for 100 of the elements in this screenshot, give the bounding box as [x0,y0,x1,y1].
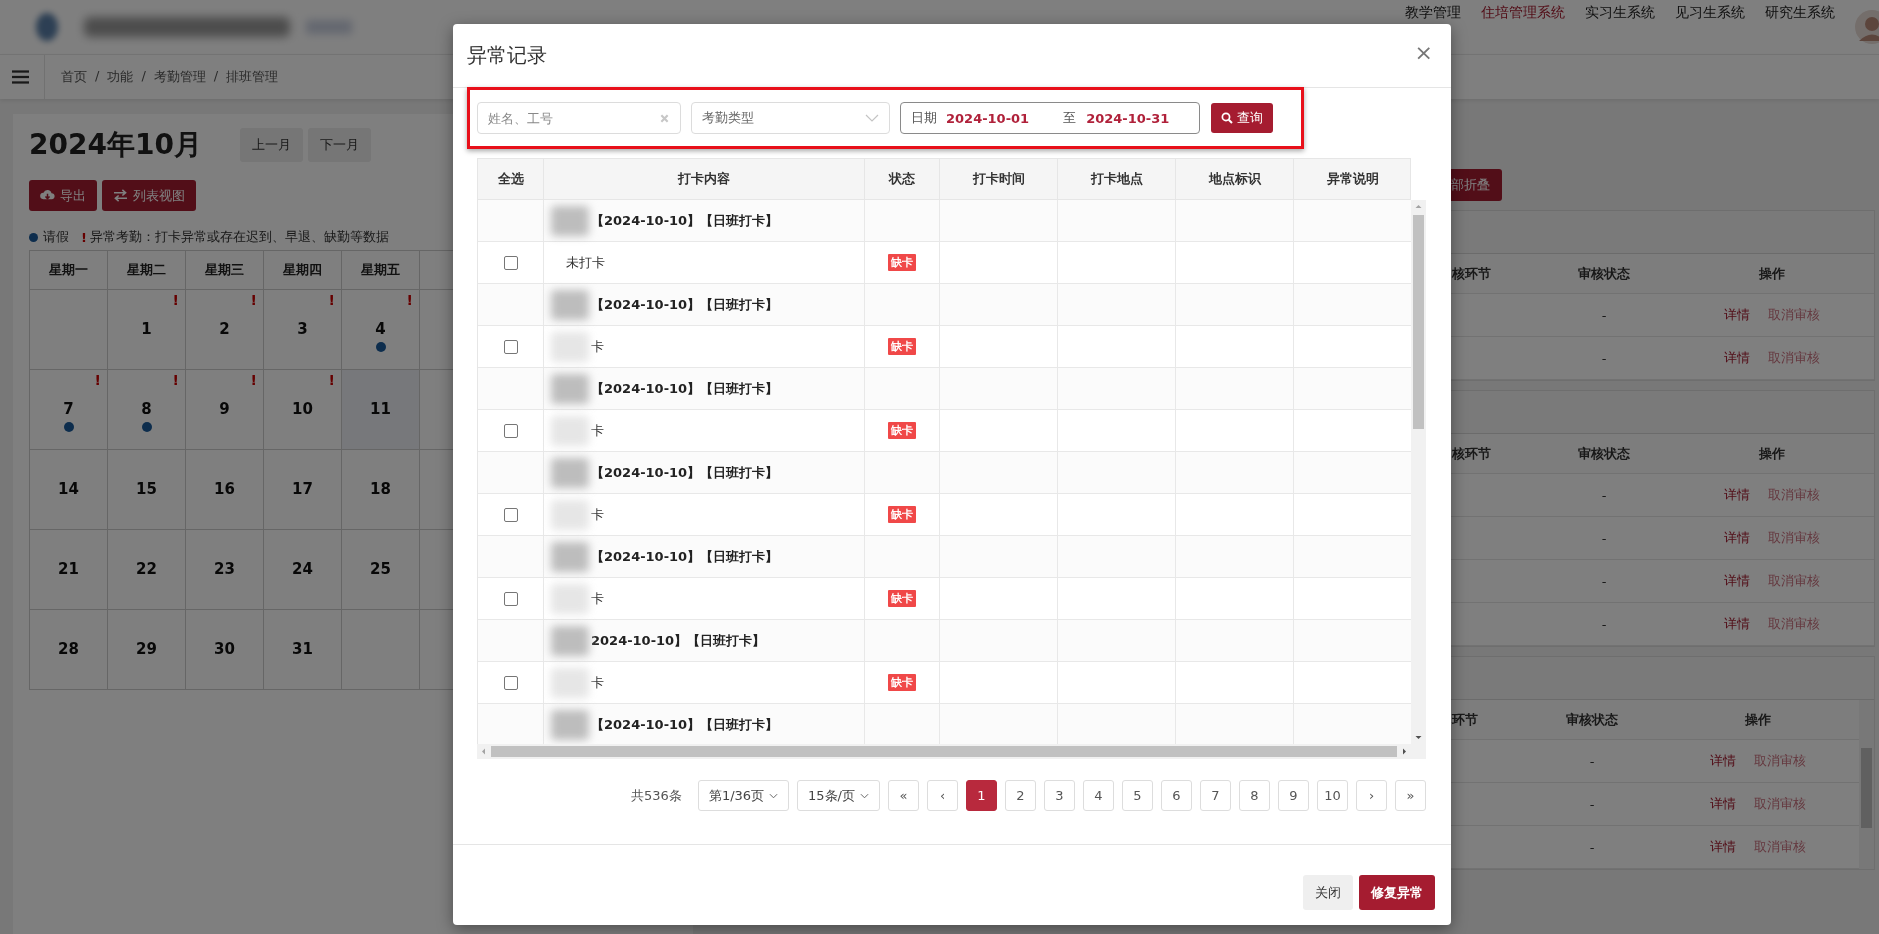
action-link[interactable]: 详情 [1710,752,1736,770]
day-number: 8 [141,399,152,418]
attendance-type-select[interactable]: 考勤类型 [691,102,890,134]
action-link[interactable]: 详情 [1723,349,1750,367]
checkbox[interactable] [503,675,518,690]
empty-cell[interactable] [30,290,108,370]
checkbox[interactable] [503,339,518,354]
status-badge: 缺卡 [888,674,916,691]
day-number: 29 [136,639,157,658]
day-number: 24 [292,559,313,578]
day-cell[interactable]: 17 [264,450,342,530]
day-cell[interactable]: ! 8 [108,370,186,450]
alert-mark: ! [94,372,101,388]
cloud-download-icon [40,189,55,202]
breadcrumb-separator: / [213,68,219,85]
weekday-header: 星期四 [264,251,342,290]
page-button[interactable]: 5 [1122,780,1153,811]
nav-link[interactable]: 见习生系统 [1675,4,1745,22]
chevron-down-icon [769,792,779,799]
day-cell[interactable]: 30 [186,610,264,690]
breadcrumb-item[interactable]: 排班管理 [226,68,279,86]
column-header: 地点标识 [1176,159,1294,199]
day-number: 21 [58,559,79,578]
name-field[interactable]: 姓名、工号 [477,102,681,134]
page-button[interactable]: ‹ [927,780,958,811]
page-button[interactable]: 9 [1278,780,1309,811]
page-button[interactable]: 10 [1317,780,1348,811]
day-number: 31 [292,639,313,658]
page-button[interactable]: 6 [1161,780,1192,811]
page-button[interactable]: 7 [1200,780,1231,811]
day-cell[interactable]: 23 [186,530,264,610]
day-cell[interactable]: 29 [108,610,186,690]
breadcrumb-item[interactable]: 首页 [61,68,87,86]
vertical-scrollbar[interactable] [1859,700,1874,869]
chevron-down-icon [860,792,869,799]
day-cell[interactable]: 24 [264,530,342,610]
nav-link[interactable]: 住培管理系统 [1481,4,1565,22]
day-cell[interactable]: 14 [30,450,108,530]
day-cell[interactable]: 16 [186,450,264,530]
action-link[interactable]: 详情 [1723,306,1750,324]
action-button[interactable]: 导出 [29,180,97,211]
day-cell[interactable]: 11 [342,370,420,450]
close-dialog-button[interactable]: 关闭 [1303,875,1353,910]
vertical-scrollbar[interactable] [1411,200,1426,744]
action-button[interactable]: 列表视图 [102,180,196,211]
day-cell[interactable]: ! 9 [186,370,264,450]
action-link[interactable]: 详情 [1723,486,1750,504]
fix-button[interactable]: 修复异常 [1359,875,1435,910]
search-button[interactable]: 查询 [1211,103,1273,133]
nav-link[interactable]: 教学管理 [1405,4,1461,22]
day-cell[interactable]: 15 [108,450,186,530]
action-link[interactable]: 详情 [1723,572,1750,590]
day-cell[interactable]: 22 [108,530,186,610]
search-icon [1221,112,1233,124]
page-select[interactable]: 第1/36页 [697,780,790,811]
menu-icon[interactable] [12,70,29,84]
nav-link[interactable]: 研究生系统 [1765,4,1835,22]
action-link[interactable]: 详情 [1723,529,1750,547]
close-button[interactable]: × [1410,40,1437,65]
record-text: 卡 [591,673,604,692]
day-cell[interactable]: ! 7 [30,370,108,450]
day-cell[interactable]: ! 1 [108,290,186,370]
empty-cell[interactable] [342,610,420,690]
action-link[interactable]: 详情 [1723,615,1750,633]
checkbox[interactable] [503,591,518,606]
horizontal-scrollbar[interactable] [477,744,1426,759]
checkbox[interactable] [503,255,518,270]
column-header: 审核状态 [1565,710,1619,729]
day-number: 10 [292,399,313,418]
date-range-field[interactable]: 日期 2024-10-01 至 2024-10-31 [900,102,1200,134]
table-cell-text: - [1588,753,1596,769]
day-number: 23 [214,559,235,578]
day-cell[interactable]: ! 3 [264,290,342,370]
page-button[interactable]: 1 [966,780,997,811]
day-number: 2 [219,319,230,338]
day-number: 30 [214,639,235,658]
record-text: 卡 [591,589,604,608]
record-text: 卡 [591,505,604,524]
day-cell[interactable]: 28 [30,610,108,690]
avatar-icon[interactable] [1855,10,1879,44]
page-button[interactable]: › [1356,780,1387,811]
action-link[interactable]: 详情 [1710,795,1736,813]
day-number: 3 [297,319,308,338]
page-button[interactable]: « [888,780,919,811]
action-link[interactable]: 详情 [1710,838,1736,856]
page-button[interactable]: 4 [1083,780,1114,811]
checkbox[interactable] [503,507,518,522]
page-button[interactable]: » [1395,780,1426,811]
checkbox[interactable] [503,423,518,438]
breadcrumb-separator: / [141,68,146,85]
page-button[interactable]: 3 [1044,780,1075,811]
breadcrumb-item[interactable]: 功能 [107,68,134,86]
page-button[interactable]: 8 [1239,780,1270,811]
day-cell[interactable]: ! 2 [186,290,264,370]
page-button[interactable]: 2 [1005,780,1036,811]
page-size-select[interactable]: 15条/页 [797,780,880,811]
breadcrumb-item[interactable]: 考勤管理 [153,68,206,86]
day-cell[interactable]: 21 [30,530,108,610]
shift-title: 【2024-10-10】【日班打卡】 [591,379,779,398]
nav-link[interactable]: 实习生系统 [1585,4,1655,22]
